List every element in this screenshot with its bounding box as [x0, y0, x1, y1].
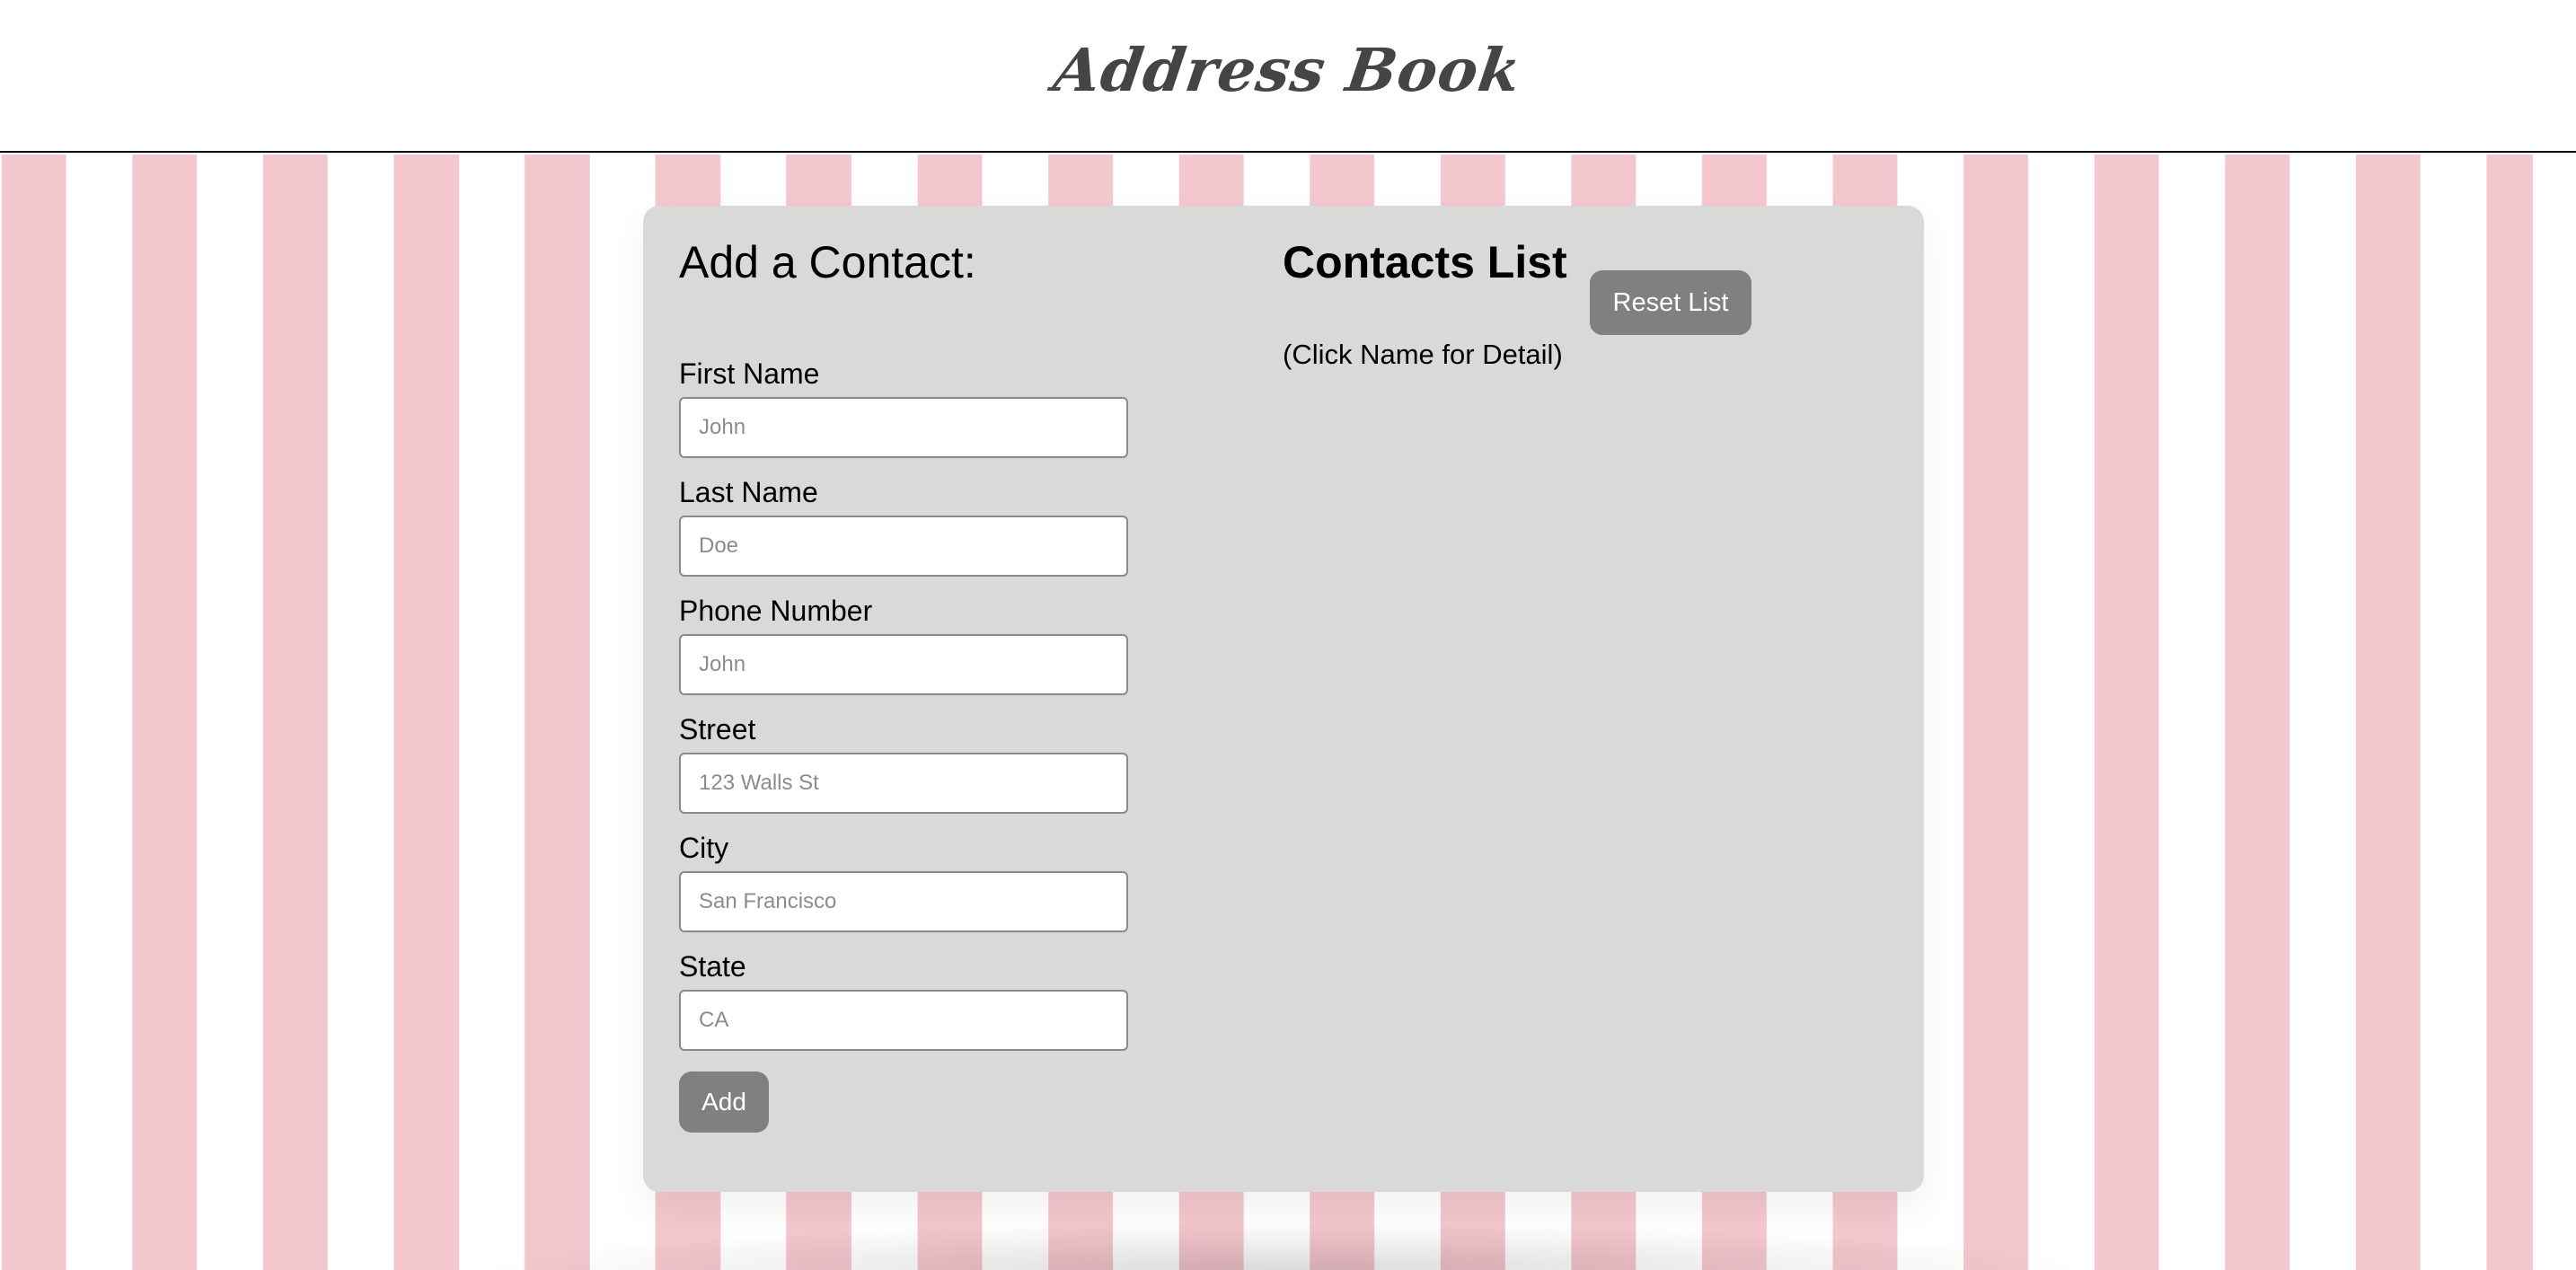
first-name-field: First Name: [679, 357, 1128, 458]
city-label: City: [679, 832, 729, 864]
card-shadow: [476, 1221, 2093, 1270]
city-field: City: [679, 832, 1128, 932]
app-title: Address Book: [1049, 35, 1527, 105]
phone-number-field: Phone Number: [679, 595, 1128, 695]
city-input[interactable]: [679, 871, 1128, 932]
phone-number-label: Phone Number: [679, 595, 873, 627]
phone-number-input[interactable]: [679, 634, 1128, 695]
last-name-label: Last Name: [679, 476, 818, 508]
contacts-list-section: Contacts List Reset List (Click Name for…: [1283, 237, 1893, 370]
first-name-label: First Name: [679, 357, 820, 390]
state-label: State: [679, 950, 746, 983]
address-book-panel: Add a Contact: First Name Last Name Phon…: [643, 206, 1924, 1192]
last-name-input[interactable]: [679, 516, 1128, 577]
last-name-field: Last Name: [679, 476, 1128, 577]
add-contact-form: Add a Contact: First Name Last Name Phon…: [679, 237, 1182, 1133]
add-contact-button[interactable]: Add: [679, 1072, 769, 1133]
state-input[interactable]: [679, 990, 1128, 1051]
first-name-input[interactable]: [679, 397, 1128, 458]
state-field: State: [679, 950, 1128, 1051]
page-header: Address Book: [0, 0, 2576, 153]
contacts-list-hint: (Click Name for Detail): [1283, 339, 1563, 370]
contacts-list-title: Contacts List: [1283, 237, 1567, 287]
street-input[interactable]: [679, 753, 1128, 814]
street-field: Street: [679, 713, 1128, 814]
add-contact-title: Add a Contact:: [679, 237, 976, 287]
reset-list-button[interactable]: Reset List: [1590, 270, 1751, 335]
street-label: Street: [679, 713, 756, 745]
